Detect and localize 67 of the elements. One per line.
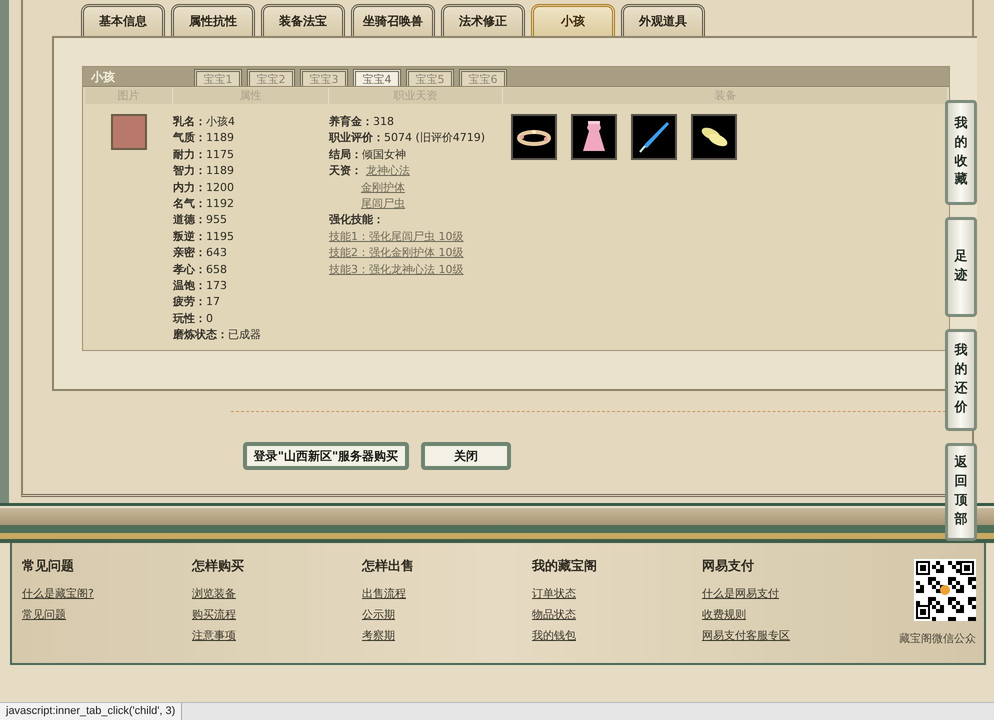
- side-button[interactable]: 返回顶部: [945, 443, 977, 541]
- category-tab[interactable]: 外观道具: [621, 4, 705, 36]
- footer-link[interactable]: 出售流程: [362, 583, 406, 604]
- attribute-line: 气质：1189: [173, 130, 235, 146]
- footer-heading: 怎样出售: [362, 558, 415, 575]
- category-tab[interactable]: 装备法宝: [261, 4, 345, 36]
- side-button[interactable]: 我的收藏: [945, 100, 977, 205]
- attribute-line: 智力：1189: [173, 163, 235, 180]
- footer-link[interactable]: 什么是网易支付: [702, 583, 779, 604]
- action-button[interactable]: 登录"山西新区"服务器购买: [243, 442, 409, 470]
- equipment-slot[interactable]: [631, 114, 677, 160]
- skill-link[interactable]: 技能3：强化龙神心法 10级: [329, 262, 464, 276]
- career-line: 职业评价：5074 (旧评价4719): [329, 130, 486, 146]
- attribute-line: 疲劳：17: [173, 294, 221, 310]
- footer-heading: 怎样购买: [192, 558, 245, 575]
- footer-heading: 网易支付: [702, 558, 755, 575]
- attribute-line: 道德：955: [173, 212, 228, 228]
- attribute-line: 磨炼状态：已成器: [173, 327, 262, 344]
- category-tab[interactable]: 法术修正: [441, 4, 525, 36]
- attribute-line: 玩性：0: [173, 310, 214, 327]
- footer-link[interactable]: 收费规则: [702, 604, 746, 625]
- footer-link[interactable]: 网易支付客服专区: [702, 625, 790, 646]
- category-tab[interactable]: 基本信息: [81, 4, 165, 36]
- equipment-slot[interactable]: [511, 114, 557, 160]
- status-bar-url: javascript:inner_tab_click('child', 3): [0, 703, 182, 720]
- action-button[interactable]: 关闭: [421, 442, 511, 470]
- footer-link[interactable]: 什么是藏宝阁?: [22, 583, 94, 604]
- attribute-line: 亲密：643: [173, 245, 228, 262]
- equipment-slot[interactable]: [691, 114, 737, 160]
- attribute-line: 温饱：173: [173, 278, 228, 294]
- talent-label: 天资：: [329, 164, 363, 178]
- footer-link[interactable]: 考察期: [362, 625, 395, 646]
- skills-label: 强化技能：: [329, 212, 385, 228]
- career-line: 结局：倾国女神: [329, 146, 407, 163]
- footer-link[interactable]: 我的钱包: [532, 625, 576, 646]
- skill-link[interactable]: 技能2：强化金刚护体 10级: [329, 246, 464, 260]
- footer-link[interactable]: 公示期: [362, 604, 395, 625]
- attribute-line: 孝心：658: [173, 262, 228, 278]
- attribute-line: 内力：1200: [173, 180, 235, 196]
- qr-code-icon: [914, 559, 976, 621]
- footer-link[interactable]: 注意事项: [192, 625, 236, 646]
- footer-link[interactable]: 物品状态: [532, 604, 576, 625]
- footer-heading: 我的藏宝阁: [532, 558, 598, 575]
- footer-heading: 常见问题: [22, 558, 75, 575]
- footer-link[interactable]: 订单状态: [532, 583, 576, 604]
- attribute-line: 名气：1192: [173, 196, 235, 212]
- skill-link[interactable]: 技能1：强化尾闾尸虫 10级: [329, 230, 464, 243]
- career-line: 养育金：318: [329, 114, 395, 130]
- talent-link[interactable]: 龙神心法: [366, 164, 410, 178]
- panel-title: 小孩: [90, 69, 116, 86]
- qr-caption: 藏宝阁微信公众: [899, 631, 976, 646]
- footer-link[interactable]: 浏览装备: [192, 583, 236, 604]
- talent-link[interactable]: 金刚护体: [361, 180, 405, 194]
- footer-link[interactable]: 常见问题: [22, 604, 66, 625]
- attribute-line: 乳名：小孩4: [173, 114, 236, 130]
- baby-tab[interactable]: 宝宝4: [353, 69, 401, 86]
- talent-link[interactable]: 尾闾尸虫: [361, 197, 405, 210]
- category-tab[interactable]: 坐骑召唤兽: [351, 4, 435, 36]
- attribute-line: 叛逆：1195: [173, 228, 235, 245]
- side-button[interactable]: 我的还价: [945, 329, 977, 431]
- category-tab[interactable]: 属性抗性: [171, 4, 255, 36]
- side-button[interactable]: 足迹: [945, 217, 977, 317]
- attribute-line: 耐力：1175: [173, 146, 235, 163]
- portrait-placeholder: [111, 114, 147, 150]
- category-tab[interactable]: 小孩: [531, 4, 615, 36]
- footer-link[interactable]: 购买流程: [192, 604, 236, 625]
- equipment-slot[interactable]: [571, 114, 617, 160]
